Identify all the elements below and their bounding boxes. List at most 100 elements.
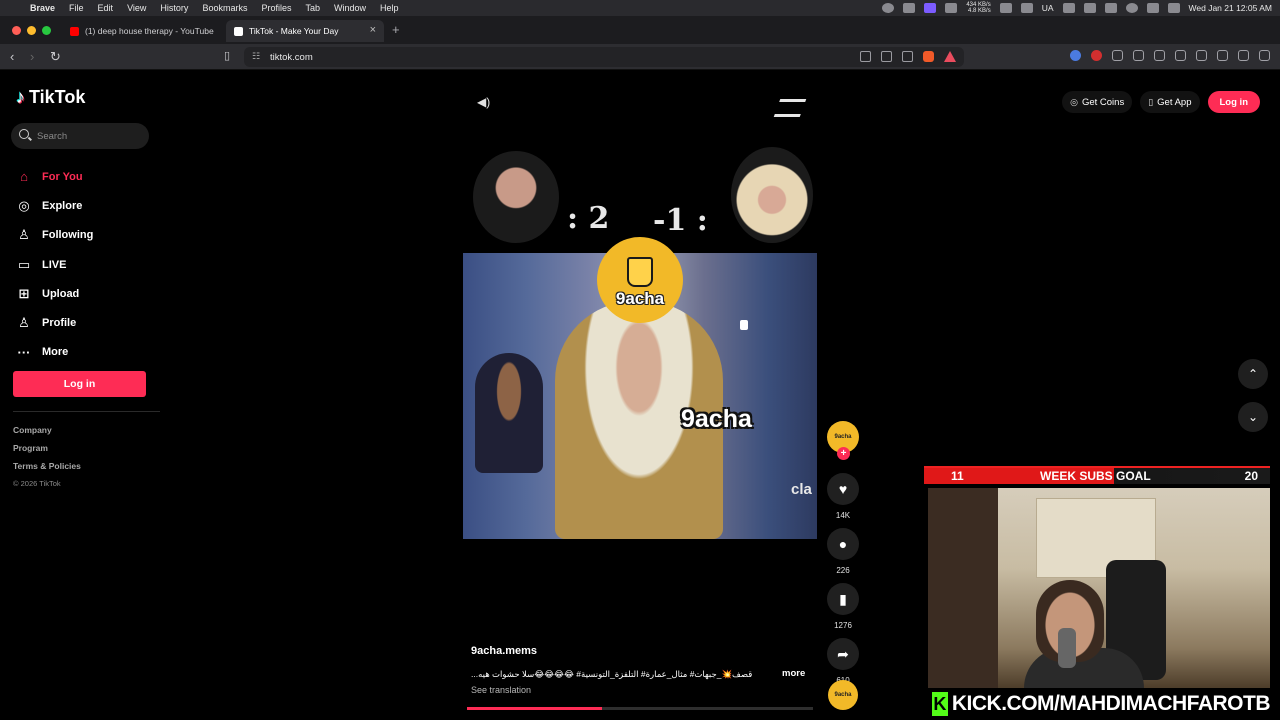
sidebar-item-for-you[interactable]: ⌂ For You <box>16 162 93 191</box>
status-icon[interactable] <box>924 3 937 13</box>
share-icon[interactable] <box>902 51 913 62</box>
search-icon[interactable] <box>1146 3 1159 13</box>
brave-shields-icon[interactable] <box>923 51 934 62</box>
footer-link-company[interactable]: Company <box>13 425 81 443</box>
close-tab-icon[interactable]: × <box>370 24 376 36</box>
menu-app[interactable]: Brave <box>30 3 55 13</box>
address-bar[interactable]: ☷ tiktok.com <box>244 47 964 67</box>
minimize-window-button[interactable] <box>27 26 36 35</box>
webcam-overlay <box>928 488 1270 688</box>
status-icon[interactable] <box>1062 3 1075 13</box>
menu-edit[interactable]: Edit <box>98 3 114 13</box>
sidebar-login-button[interactable]: Log in <box>13 371 146 397</box>
tab-youtube[interactable]: (1) deep house therapy - YouTube <box>62 20 224 42</box>
capcut-icon[interactable] <box>773 99 807 117</box>
live-icon: ▭ <box>17 256 31 272</box>
previous-video-button[interactable]: ⌃ <box>1238 359 1268 389</box>
get-app-button[interactable]: ▯ Get App <box>1140 91 1200 113</box>
vpn-icon[interactable] <box>1238 50 1249 61</box>
wifi-icon[interactable] <box>1125 3 1138 13</box>
video-badge-text: 9acha <box>615 289 665 308</box>
status-icon[interactable] <box>999 3 1012 13</box>
get-coins-label: Get Coins <box>1081 96 1125 108</box>
extension-icon[interactable] <box>1112 50 1123 61</box>
video-progress-bar[interactable] <box>467 707 813 710</box>
menu-profiles[interactable]: Profiles <box>261 3 291 13</box>
next-video-button[interactable]: ⌄ <box>1238 402 1268 432</box>
status-icon[interactable] <box>945 3 958 13</box>
video-player[interactable]: ◀) : 2 -1 : 9acha 9acha cla <box>463 71 817 541</box>
like-button[interactable]: ♥ <box>827 473 859 505</box>
kick-logo-icon: K <box>932 692 948 716</box>
comment-button[interactable]: ● <box>827 528 859 560</box>
extension-icon[interactable] <box>1070 50 1081 61</box>
save-count: 1276 <box>834 621 852 630</box>
record-icon[interactable] <box>1091 50 1102 61</box>
sidebar-item-upload[interactable]: ⊞ Upload <box>16 279 93 308</box>
heart-icon: ♥ <box>838 481 848 497</box>
media-icon[interactable] <box>860 51 871 62</box>
cast-icon[interactable] <box>881 51 892 62</box>
menu-view[interactable]: View <box>127 3 146 13</box>
sidebar-item-live[interactable]: ▭ LIVE <box>16 250 93 279</box>
status-icon[interactable] <box>882 3 895 13</box>
control-center-icon[interactable] <box>1167 3 1180 13</box>
sidebar-item-label: LIVE <box>42 258 67 271</box>
menu-window[interactable]: Window <box>334 3 366 13</box>
zoom-window-button[interactable] <box>42 26 51 35</box>
footer-link-terms[interactable]: Terms & Policies <box>13 461 81 479</box>
menu-tab[interactable]: Tab <box>305 3 320 13</box>
volume-icon[interactable] <box>1104 3 1117 13</box>
cup-icon <box>627 257 653 287</box>
menu-help[interactable]: Help <box>380 3 399 13</box>
music-icon[interactable] <box>1154 50 1165 61</box>
sound-avatar[interactable]: 9acha <box>828 680 858 710</box>
status-icon[interactable] <box>1083 3 1096 13</box>
close-window-button[interactable] <box>12 26 21 35</box>
address-bar-icons <box>860 51 964 63</box>
footer-link-program[interactable]: Program <box>13 443 81 461</box>
status-icon[interactable] <box>1020 3 1033 13</box>
creator-avatar[interactable]: 9acha + <box>827 421 859 460</box>
wallet-icon[interactable] <box>1196 50 1207 61</box>
tab-tiktok[interactable]: TikTok - Make Your Day × <box>226 20 384 42</box>
leo-icon[interactable] <box>1217 50 1228 61</box>
browser-tab-strip: (1) deep house therapy - YouTube TikTok … <box>0 16 1280 44</box>
forward-icon[interactable]: › <box>30 49 34 64</box>
sidebar-footer: Company Program Terms & Policies © 2026 … <box>13 425 81 497</box>
reload-icon[interactable]: ↻ <box>50 49 61 65</box>
site-settings-icon[interactable]: ☷ <box>252 51 260 62</box>
menu-file[interactable]: File <box>69 3 84 13</box>
save-button[interactable]: ▮ <box>827 583 859 615</box>
see-translation-link[interactable]: See translation <box>471 685 531 695</box>
volume-icon[interactable]: ◀) <box>477 95 490 109</box>
sidebar-icon[interactable] <box>1175 50 1186 61</box>
video-author[interactable]: 9acha.mems <box>471 645 537 657</box>
share-button[interactable]: ➦ <box>827 638 859 670</box>
tiktok-note-icon: ♪ <box>16 87 25 107</box>
header-login-button[interactable]: Log in <box>1207 91 1260 113</box>
get-coins-button[interactable]: ◎ Get Coins <box>1062 91 1133 113</box>
caption-more-button[interactable]: more <box>782 668 805 679</box>
tiktok-logo[interactable]: ♪ TikTok <box>16 87 85 108</box>
status-icon[interactable] <box>903 3 916 13</box>
sidebar-item-explore[interactable]: ◎ Explore <box>16 191 93 220</box>
search-input[interactable]: Search <box>11 123 149 149</box>
new-tab-icon[interactable]: + <box>392 22 400 37</box>
menu-history[interactable]: History <box>160 3 188 13</box>
video-badge: 9acha <box>597 237 683 323</box>
input-language[interactable]: UA <box>1042 3 1054 13</box>
menu-icon[interactable] <box>1259 50 1270 61</box>
sidebar-item-more[interactable]: ··· More <box>16 338 93 367</box>
brave-rewards-icon[interactable] <box>944 51 956 62</box>
follow-icon[interactable]: + <box>837 447 850 460</box>
sidebar-item-following[interactable]: ♙ Following <box>16 221 93 250</box>
extensions-icon[interactable] <box>1133 50 1144 61</box>
bookmark-icon[interactable]: ▯ <box>224 49 230 62</box>
back-icon[interactable]: ‹ <box>10 49 14 64</box>
chevron-up-icon: ⌃ <box>1247 367 1259 381</box>
sidebar-item-profile[interactable]: ♙ Profile <box>16 308 93 337</box>
video-overlay-text: 9acha <box>681 405 752 433</box>
clock[interactable]: Wed Jan 21 12:05 AM <box>1189 3 1272 13</box>
menu-bookmarks[interactable]: Bookmarks <box>202 3 247 13</box>
